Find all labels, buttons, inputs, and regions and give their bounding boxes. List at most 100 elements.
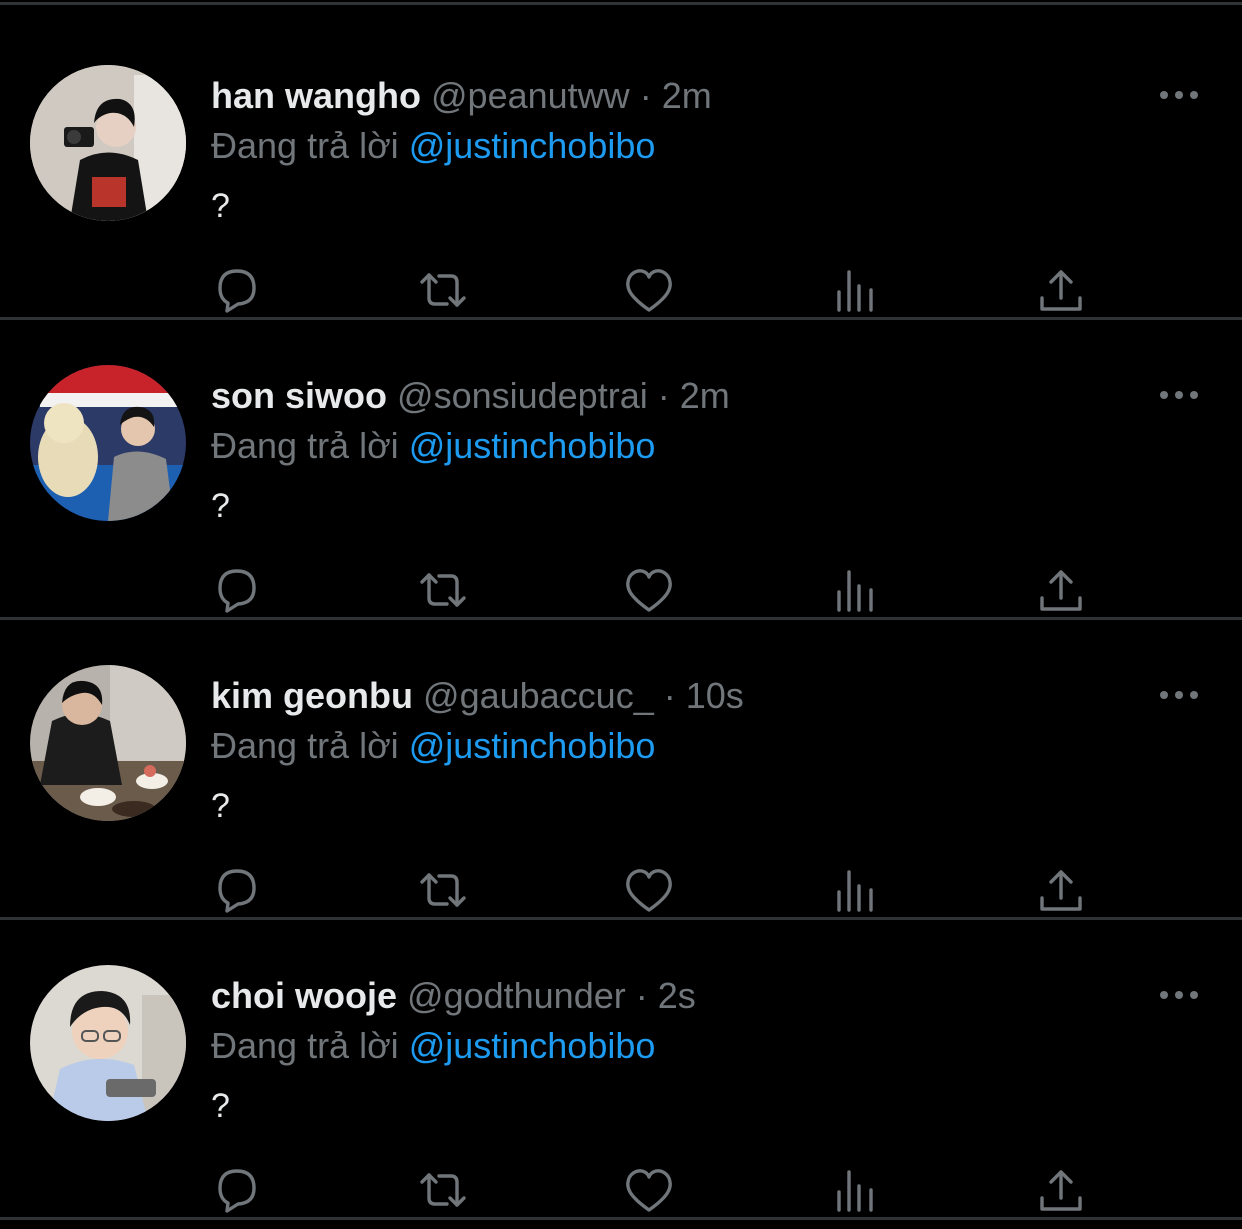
tweet-item[interactable]: choi wooje @godthunder · 2s Đang trả lời… (0, 920, 1242, 1220)
reply-bubble-icon (218, 569, 256, 613)
avatar-photo (30, 965, 186, 1121)
tweet-header: son siwoo @sonsiudeptrai · 2m (211, 372, 730, 420)
retweet-icon (420, 1173, 466, 1207)
reply-mention-link[interactable]: @justinchobibo (409, 125, 656, 166)
avatar[interactable] (30, 65, 186, 221)
timestamp[interactable]: 10s (686, 675, 744, 716)
heart-icon (626, 569, 672, 612)
share-upload-icon (1040, 870, 1082, 911)
views-button[interactable] (826, 1160, 886, 1220)
tweet-actions (0, 860, 1242, 924)
tweet-header: choi wooje @godthunder · 2s (211, 972, 696, 1020)
more-options-button[interactable] (1156, 80, 1202, 110)
like-button[interactable] (619, 560, 679, 620)
tweet-divider (0, 1217, 1242, 1220)
reply-bubble-icon (218, 1169, 256, 1213)
reply-bubble-icon (218, 869, 256, 913)
avatar-photo (30, 665, 186, 821)
retweet-button[interactable] (413, 560, 473, 620)
views-button[interactable] (826, 860, 886, 920)
avatar[interactable] (30, 665, 186, 821)
more-horizontal-icon (1160, 391, 1198, 399)
retweet-icon (420, 873, 466, 907)
retweet-button[interactable] (413, 1160, 473, 1220)
tweet-actions (0, 260, 1242, 324)
more-horizontal-icon (1160, 691, 1198, 699)
views-bar-chart-icon (837, 870, 873, 912)
display-name[interactable]: son siwoo (211, 375, 387, 416)
retweet-icon (420, 273, 466, 307)
reply-button[interactable] (207, 560, 267, 620)
reply-mention-link[interactable]: @justinchobibo (409, 425, 656, 466)
more-options-button[interactable] (1156, 680, 1202, 710)
like-button[interactable] (619, 860, 679, 920)
avatar[interactable] (30, 965, 186, 1121)
like-button[interactable] (619, 1160, 679, 1220)
user-handle[interactable]: @peanutww (431, 75, 630, 116)
user-handle[interactable]: @godthunder (407, 975, 626, 1016)
avatar[interactable] (30, 365, 186, 521)
avatar-photo (30, 65, 186, 221)
tweet-item[interactable]: han wangho @peanutww · 2m Đang trả lời @… (0, 20, 1242, 320)
display-name[interactable]: choi wooje (211, 975, 397, 1016)
heart-icon (626, 269, 672, 312)
timestamp[interactable]: 2s (658, 975, 696, 1016)
share-button[interactable] (1031, 1160, 1091, 1220)
share-upload-icon (1040, 270, 1082, 311)
tweet-text: ? (211, 487, 230, 525)
separator-dot: · (639, 75, 652, 116)
views-bar-chart-icon (837, 1170, 873, 1212)
more-horizontal-icon (1160, 991, 1198, 999)
reply-bubble-icon (218, 269, 256, 313)
separator-dot: · (657, 375, 670, 416)
share-upload-icon (1040, 1170, 1082, 1211)
tweet-text: ? (211, 187, 230, 225)
share-button[interactable] (1031, 260, 1091, 320)
timestamp[interactable]: 2m (662, 75, 712, 116)
reply-mention-link[interactable]: @justinchobibo (409, 725, 656, 766)
tweet-item[interactable]: son siwoo @sonsiudeptrai · 2m Đang trả l… (0, 320, 1242, 620)
like-button[interactable] (619, 260, 679, 320)
tweet-header: han wangho @peanutww · 2m (211, 72, 712, 120)
reply-button[interactable] (207, 260, 267, 320)
user-handle[interactable]: @sonsiudeptrai (397, 375, 648, 416)
user-handle[interactable]: @gaubaccuc_ (423, 675, 654, 716)
views-bar-chart-icon (837, 570, 873, 612)
more-options-button[interactable] (1156, 980, 1202, 1010)
reply-prefix: Đang trả lời (211, 425, 399, 466)
reply-context: Đang trả lời @justinchobibo (211, 122, 655, 170)
views-button[interactable] (826, 560, 886, 620)
separator-dot: · (663, 675, 676, 716)
tweet-header: kim geonbu @gaubaccuc_ · 10s (211, 672, 744, 720)
views-bar-chart-icon (837, 270, 873, 312)
display-name[interactable]: han wangho (211, 75, 421, 116)
top-divider (0, 2, 1242, 5)
share-button[interactable] (1031, 560, 1091, 620)
more-options-button[interactable] (1156, 380, 1202, 410)
separator-dot: · (635, 975, 648, 1016)
tweet-text: ? (211, 1087, 230, 1125)
tweet-feed: han wangho @peanutww · 2m Đang trả lời @… (0, 0, 1242, 1229)
views-button[interactable] (826, 260, 886, 320)
reply-button[interactable] (207, 1160, 267, 1220)
reply-context: Đang trả lời @justinchobibo (211, 722, 655, 770)
avatar-photo (30, 365, 186, 521)
reply-prefix: Đang trả lời (211, 125, 399, 166)
retweet-button[interactable] (413, 860, 473, 920)
reply-mention-link[interactable]: @justinchobibo (409, 1025, 656, 1066)
tweet-item[interactable]: kim geonbu @gaubaccuc_ · 10s Đang trả lờ… (0, 620, 1242, 920)
reply-prefix: Đang trả lời (211, 1025, 399, 1066)
reply-prefix: Đang trả lời (211, 725, 399, 766)
retweet-icon (420, 573, 466, 607)
timestamp[interactable]: 2m (680, 375, 730, 416)
display-name[interactable]: kim geonbu (211, 675, 413, 716)
share-button[interactable] (1031, 860, 1091, 920)
tweet-text: ? (211, 787, 230, 825)
heart-icon (626, 1169, 672, 1212)
reply-context: Đang trả lời @justinchobibo (211, 1022, 655, 1070)
more-horizontal-icon (1160, 91, 1198, 99)
heart-icon (626, 869, 672, 912)
retweet-button[interactable] (413, 260, 473, 320)
reply-button[interactable] (207, 860, 267, 920)
reply-context: Đang trả lời @justinchobibo (211, 422, 655, 470)
